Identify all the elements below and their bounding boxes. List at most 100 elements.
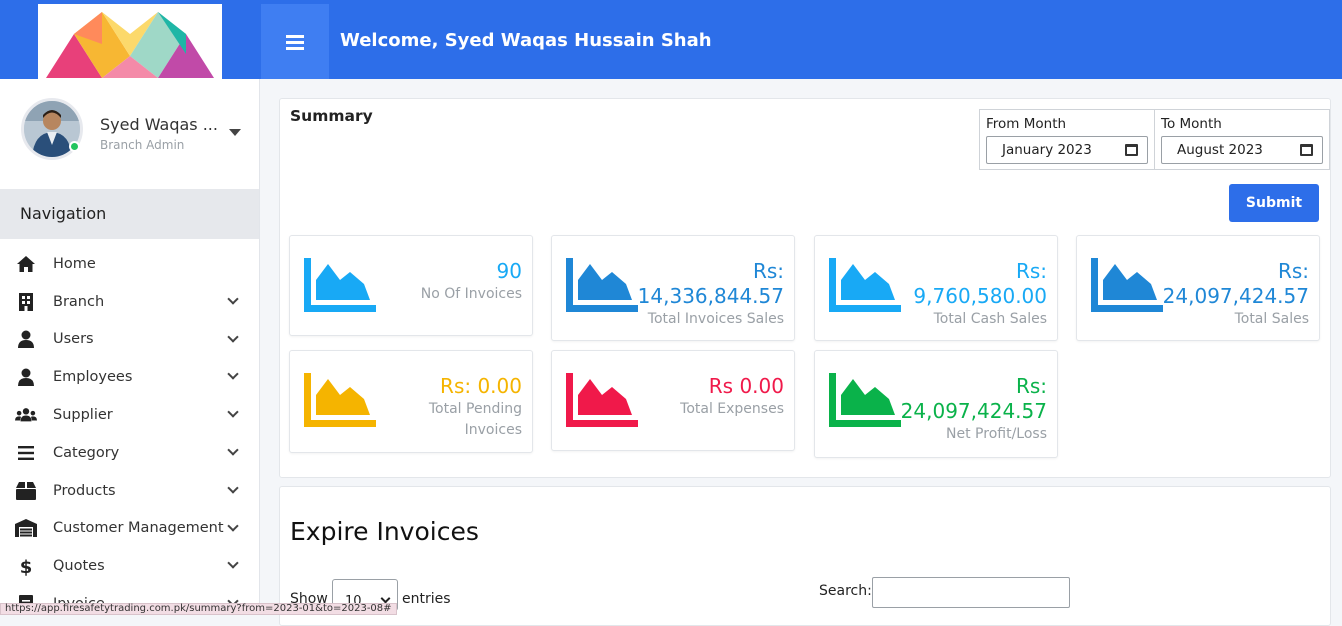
to-month-input[interactable]: August 2023 bbox=[1161, 136, 1323, 164]
nav-list: Home Branch Users Employees Supplier Cat… bbox=[0, 245, 259, 615]
sidebar-item-label: Category bbox=[53, 444, 120, 461]
stat-label: Total Cash Sales bbox=[933, 311, 1047, 327]
user-role: Branch Admin bbox=[100, 138, 185, 152]
stat-value-prefix: Rs: bbox=[1277, 259, 1309, 283]
area-chart-icon bbox=[1091, 258, 1163, 312]
summary-title: Summary bbox=[290, 107, 373, 125]
user-menu-caret-icon[interactable] bbox=[229, 129, 241, 136]
sidebar-item-home[interactable]: Home bbox=[0, 245, 259, 283]
user-icon bbox=[15, 367, 37, 387]
stat-card-total-invoices-sales: Rs: 14,336,844.57 Total Invoices Sales bbox=[551, 235, 795, 341]
sidebar-item-label: Employees bbox=[53, 369, 133, 386]
sidebar-item-supplier[interactable]: Supplier bbox=[0, 396, 259, 434]
submit-button[interactable]: Submit bbox=[1229, 184, 1319, 222]
summary-card: Summary From Month January 2023 To Month… bbox=[279, 98, 1331, 478]
stat-value: 14,336,844.57 bbox=[637, 284, 784, 308]
stat-value: 9,760,580.00 bbox=[913, 284, 1047, 308]
from-month-value: January 2023 bbox=[1002, 142, 1092, 158]
sidebar-item-label: Customer Management bbox=[53, 520, 224, 537]
top-navbar: Welcome, Syed Waqas Hussain Shah bbox=[0, 0, 1342, 79]
area-chart-icon bbox=[566, 373, 638, 427]
stat-label: Net Profit/Loss bbox=[946, 426, 1047, 442]
list-icon bbox=[15, 443, 37, 463]
sidebar-item-users[interactable]: Users bbox=[0, 321, 259, 359]
svg-text:$: $ bbox=[20, 557, 33, 576]
calendar-icon[interactable] bbox=[1125, 144, 1138, 156]
sidebar-item-customer-management[interactable]: Customer Management bbox=[0, 510, 259, 548]
search-label: Search: bbox=[819, 583, 872, 599]
to-month-value: August 2023 bbox=[1177, 142, 1263, 158]
chevron-down-icon bbox=[227, 444, 239, 456]
expire-invoices-title: Expire Invoices bbox=[290, 517, 479, 546]
welcome-text: Welcome, Syed Waqas Hussain Shah bbox=[340, 30, 712, 51]
sidebar-item-category[interactable]: Category bbox=[0, 434, 259, 472]
chevron-down-icon bbox=[227, 519, 239, 532]
sidebar-item-label: Quotes bbox=[53, 558, 105, 575]
user-panel: Syed Waqas ... Branch Admin bbox=[0, 79, 259, 189]
area-chart-icon bbox=[566, 258, 638, 312]
stat-value-prefix: Rs: bbox=[1015, 374, 1047, 398]
logo-icon bbox=[46, 12, 214, 78]
online-status-indicator bbox=[69, 141, 80, 152]
chevron-down-icon bbox=[380, 593, 391, 604]
sidebar-item-employees[interactable]: Employees bbox=[0, 358, 259, 396]
expire-invoices-card: Expire Invoices Show 10 entries Search: bbox=[279, 486, 1331, 626]
hamburger-icon bbox=[286, 34, 304, 50]
area-chart-icon bbox=[829, 373, 901, 427]
chevron-down-icon bbox=[227, 557, 239, 570]
user-icon bbox=[15, 329, 37, 349]
stat-label: Total Sales bbox=[1234, 311, 1309, 327]
area-chart-icon bbox=[304, 373, 376, 427]
entries-label: entries bbox=[402, 591, 451, 607]
from-month-label: From Month bbox=[986, 116, 1067, 132]
stat-value-prefix: Rs: bbox=[1015, 259, 1047, 283]
to-month-group: To Month August 2023 bbox=[1154, 109, 1330, 170]
stat-value: 24,097,424.57 bbox=[1162, 284, 1309, 308]
home-icon bbox=[15, 254, 37, 274]
stat-value: Rs: 0.00 bbox=[440, 374, 522, 398]
sidebar: Syed Waqas ... Branch Admin Navigation H… bbox=[0, 79, 260, 615]
sidebar-item-products[interactable]: Products bbox=[0, 472, 259, 510]
stat-card-no-of-invoices: 90 No Of Invoices bbox=[289, 235, 533, 336]
calendar-icon[interactable] bbox=[1300, 144, 1313, 156]
building-icon bbox=[15, 292, 37, 312]
stat-label: Total Invoices Sales bbox=[647, 311, 784, 327]
main-content: Summary From Month January 2023 To Month… bbox=[262, 79, 1342, 626]
sidebar-toggle-button[interactable] bbox=[261, 4, 329, 79]
stat-label-line1: Total Pending bbox=[428, 401, 522, 417]
stat-card-total-sales: Rs: 24,097,424.57 Total Sales bbox=[1076, 235, 1320, 341]
from-month-group: From Month January 2023 bbox=[979, 109, 1155, 170]
logo[interactable] bbox=[38, 4, 222, 79]
sidebar-item-label: Home bbox=[53, 255, 96, 272]
stat-label: No Of Invoices bbox=[420, 286, 522, 302]
stat-value-prefix: Rs: bbox=[752, 259, 784, 283]
sidebar-item-label: Products bbox=[53, 482, 116, 499]
chevron-down-icon bbox=[227, 293, 239, 305]
search-input[interactable] bbox=[872, 577, 1070, 608]
sidebar-item-label: Users bbox=[53, 331, 94, 348]
status-bar-url: https://app.firesafetytrading.com.pk/sum… bbox=[0, 603, 397, 615]
sidebar-item-label: Branch bbox=[53, 293, 105, 310]
chevron-down-icon bbox=[227, 482, 239, 494]
stat-card-total-expenses: Rs 0.00 Total Expenses bbox=[551, 350, 795, 451]
area-chart-icon bbox=[829, 258, 901, 312]
stat-label-line2: Invoices bbox=[464, 422, 522, 438]
stat-value: Rs 0.00 bbox=[708, 374, 784, 398]
user-name: Syed Waqas ... bbox=[100, 115, 218, 134]
stat-value: 90 bbox=[496, 259, 522, 283]
to-month-label: To Month bbox=[1161, 116, 1222, 132]
stat-card-net-profit-loss: Rs: 24,097,424.57 Net Profit/Loss bbox=[814, 350, 1058, 458]
chevron-down-icon bbox=[227, 330, 239, 343]
stat-value: 24,097,424.57 bbox=[900, 399, 1047, 423]
stat-card-total-cash-sales: Rs: 9,760,580.00 Total Cash Sales bbox=[814, 235, 1058, 341]
nav-header: Navigation bbox=[0, 189, 259, 239]
stat-card-total-pending-invoices: Rs: 0.00 Total Pending Invoices bbox=[289, 350, 533, 453]
sidebar-item-quotes[interactable]: $ Quotes bbox=[0, 547, 259, 585]
from-month-input[interactable]: January 2023 bbox=[986, 136, 1148, 164]
chevron-down-icon bbox=[227, 368, 239, 381]
warehouse-icon bbox=[15, 518, 37, 538]
sidebar-item-branch[interactable]: Branch bbox=[0, 283, 259, 321]
area-chart-icon bbox=[304, 258, 376, 312]
chevron-down-icon bbox=[227, 406, 239, 418]
users-icon bbox=[15, 405, 37, 425]
